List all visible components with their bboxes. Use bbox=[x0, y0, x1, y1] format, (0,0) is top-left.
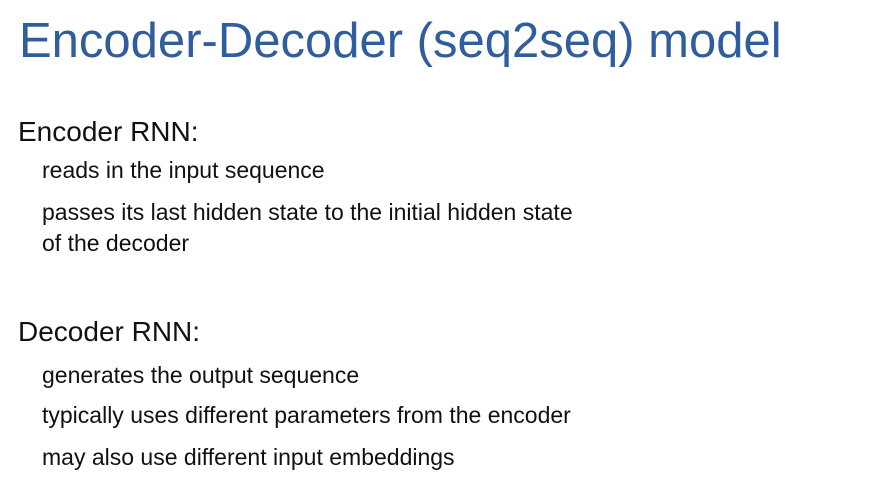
encoder-bullet-continuation: of the decoder bbox=[42, 230, 190, 256]
encoder-heading: Encoder RNN: bbox=[18, 116, 199, 147]
slide-title: Encoder-Decoder (seq2seq) model bbox=[19, 14, 782, 68]
decoder-bullet: typically uses different parameters from… bbox=[42, 402, 571, 428]
decoder-heading: Decoder RNN: bbox=[18, 316, 201, 347]
decoder-bullet: generates the output sequence bbox=[42, 362, 360, 388]
encoder-bullet: passes its last hidden state to the init… bbox=[42, 199, 573, 225]
decoder-bullet: may also use different input embeddings bbox=[42, 444, 455, 470]
encoder-bullet: reads in the input sequence bbox=[42, 157, 325, 183]
